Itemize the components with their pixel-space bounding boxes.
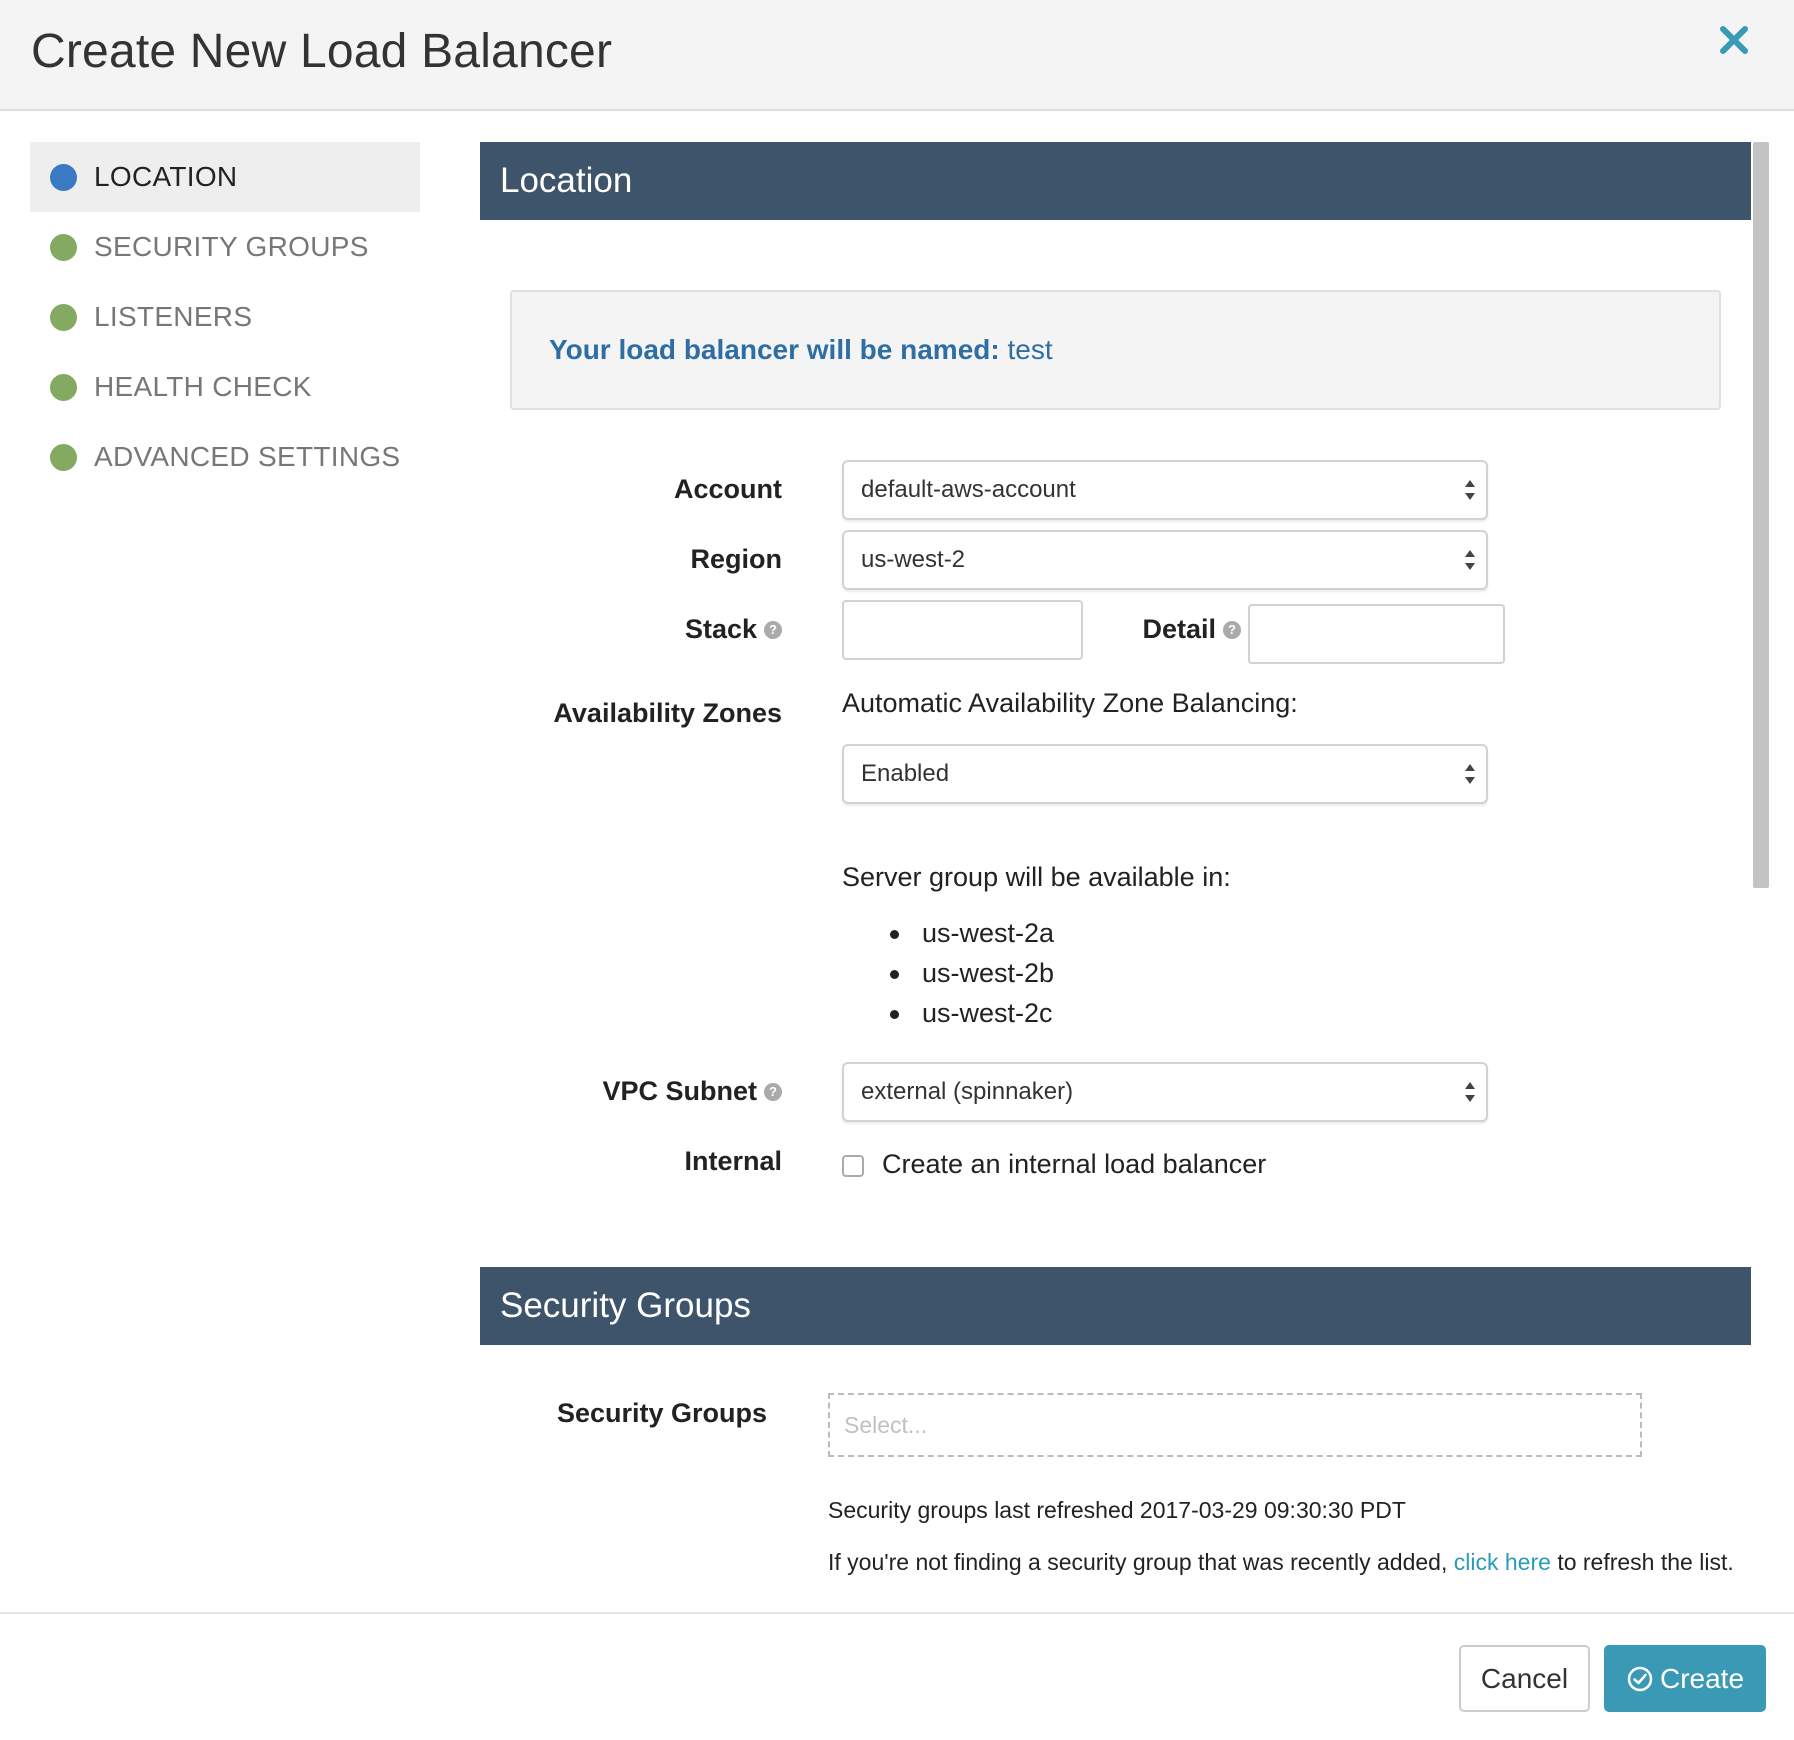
detail-label-text: Detail <box>1142 614 1216 644</box>
status-dot-icon <box>50 303 77 331</box>
account-label: Account <box>674 474 782 505</box>
select-arrows-icon <box>1465 1082 1475 1102</box>
name-prefix: Your load balancer will be named: <box>549 334 1000 365</box>
nav-item-health-check[interactable]: HEALTH CHECK <box>30 352 420 422</box>
modal-title: Create New Load Balancer <box>31 25 613 78</box>
nav-item-label: LOCATION <box>94 161 238 192</box>
create-button[interactable]: Create <box>1604 1645 1766 1712</box>
region-label: Region <box>691 544 783 575</box>
stack-label: Stack ? <box>685 614 782 645</box>
security-groups-label-text: Security Groups <box>556 1398 767 1428</box>
zone-list: us-west-2a us-west-2b us-west-2c <box>890 913 1054 1033</box>
help-icon[interactable]: ? <box>764 1082 782 1101</box>
az-balancing-label: Automatic Availability Zone Balancing: <box>842 688 1298 718</box>
internal-checkbox[interactable] <box>842 1155 864 1177</box>
load-balancer-name-text: Your load balancer will be named: test <box>549 334 1053 366</box>
az-balancing-select-value: Enabled <box>861 760 950 787</box>
region-select-value: us-west-2 <box>861 546 966 573</box>
nav-item-advanced-settings[interactable]: ADVANCED SETTINGS <box>30 422 420 492</box>
help-icon[interactable]: ? <box>764 620 782 639</box>
footer-divider <box>0 1612 1794 1614</box>
account-label-text: Account <box>674 474 782 504</box>
help-icon[interactable]: ? <box>1223 620 1241 639</box>
nav-item-label: SECURITY GROUPS <box>94 231 369 262</box>
select-arrows-icon <box>1465 550 1475 570</box>
create-button-label: Create <box>1659 1663 1745 1694</box>
security-groups-section-header: Security Groups <box>480 1267 1751 1345</box>
status-dot-icon <box>50 233 77 261</box>
vpc-subnet-select[interactable]: external (spinnaker) <box>842 1062 1488 1122</box>
select-arrows-icon <box>1465 764 1475 784</box>
nav-item-label: LISTENERS <box>94 301 253 332</box>
detail-input[interactable] <box>1248 604 1505 664</box>
security-groups-label: Security Groups <box>557 1398 767 1429</box>
region-select[interactable]: us-west-2 <box>842 530 1488 590</box>
security-groups-refreshed-text: Security groups last refreshed 2017-03-2… <box>828 1497 1406 1523</box>
zone-list-item: us-west-2c <box>890 993 1054 1033</box>
account-select-value: default-aws-account <box>861 476 1076 503</box>
security-groups-refresh-hint: If you're not finding a security group t… <box>828 1549 1734 1576</box>
account-select[interactable]: default-aws-account <box>842 460 1488 520</box>
availability-zones-label-text: Availability Zones <box>553 698 782 728</box>
security-groups-select[interactable]: Select... <box>828 1393 1642 1457</box>
close-icon[interactable] <box>1714 20 1754 60</box>
availability-zones-label: Availability Zones <box>553 698 782 729</box>
stack-label-text: Stack <box>684 614 757 644</box>
nav-item-security-groups[interactable]: SECURITY GROUPS <box>30 212 420 282</box>
nav-item-listeners[interactable]: LISTENERS <box>30 282 420 352</box>
location-section-header: Location <box>480 142 1751 220</box>
refresh-hint-before: If you're not finding a security group t… <box>828 1549 1448 1575</box>
zone-list-item: us-west-2a <box>890 913 1054 953</box>
nav-item-label: ADVANCED SETTINGS <box>94 441 401 472</box>
load-balancer-name-box: Your load balancer will be named: test <box>510 290 1721 410</box>
vpc-subnet-label: VPC Subnet ? <box>602 1076 782 1107</box>
region-label-text: Region <box>690 544 783 574</box>
server-group-availability-text: Server group will be available in: <box>842 862 1231 892</box>
status-dot-icon <box>50 443 77 471</box>
status-dot-icon <box>50 163 77 191</box>
vpc-subnet-label-text: VPC Subnet <box>602 1076 757 1106</box>
scrollbar-thumb[interactable] <box>1753 142 1769 888</box>
refresh-hint-after: to refresh the list. <box>1557 1549 1734 1575</box>
zone-list-item: us-west-2b <box>890 953 1054 993</box>
wizard-nav: LOCATION SECURITY GROUPS LISTENERS HEALT… <box>30 142 420 492</box>
modal-header: Create New Load Balancer <box>0 0 1794 111</box>
vpc-subnet-select-value: external (spinnaker) <box>861 1078 1074 1105</box>
status-dot-icon <box>50 373 77 401</box>
internal-label: Internal <box>684 1146 782 1177</box>
check-circle-icon <box>1627 1666 1653 1691</box>
internal-label-text: Internal <box>684 1146 782 1176</box>
stack-input[interactable] <box>842 600 1083 660</box>
cancel-button[interactable]: Cancel <box>1459 1645 1590 1712</box>
select-arrows-icon <box>1465 480 1475 500</box>
az-balancing-select[interactable]: Enabled <box>842 744 1488 804</box>
name-value: test <box>1007 334 1053 365</box>
refresh-link[interactable]: click here <box>1454 1549 1551 1575</box>
internal-checkbox-label[interactable]: Create an internal load balancer <box>882 1149 1266 1180</box>
detail-label: Detail ? <box>1142 614 1241 645</box>
nav-item-location[interactable]: LOCATION <box>30 142 420 212</box>
nav-item-label: HEALTH CHECK <box>94 371 312 402</box>
